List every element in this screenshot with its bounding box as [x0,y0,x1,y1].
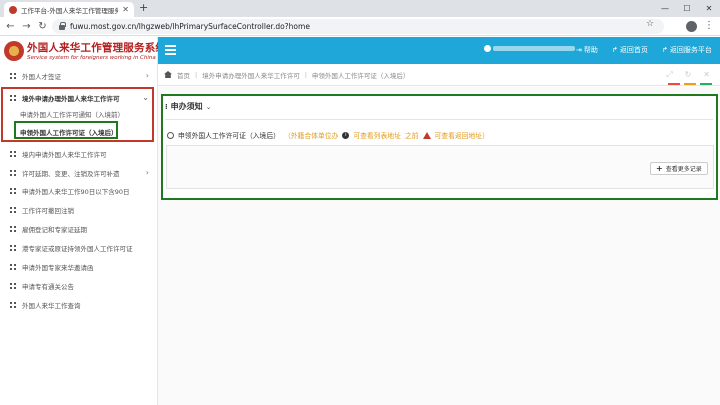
logo-title-en: Service system for foreigners working in… [27,55,156,61]
grid-icon [10,72,16,79]
history-icon [167,131,174,139]
warning-icon [422,131,431,139]
national-emblem-icon [4,40,24,61]
plus-icon: + [656,164,663,173]
browser-tab[interactable]: 工作平台-外国人来华工作管理服务系统 ✕ [4,2,134,17]
chevron-right-icon: › [145,168,149,177]
menu-dots-icon[interactable]: ⋮ [704,20,714,31]
breadcrumb-level2: 申领外国人工作许可证（入境后） [311,71,410,80]
close-tab-icon[interactable]: ✕ [122,5,129,14]
sidebar-item-90-days[interactable]: 申请外国人来华工作90日以下含90日 [0,181,158,200]
logo-title-cn: 外国人来华工作管理服务系统 [27,42,167,54]
url-field[interactable]: fuwu.most.gov.cn/lhgzweb/lhPrimarySurfac… [52,19,664,34]
profile-avatar[interactable] [686,21,697,32]
grid-icon [10,244,16,251]
sidebar-item-query[interactable]: 外国人来华工作查询 [0,295,158,314]
grid-icon [10,263,16,270]
sidebar-item-domestic-permit[interactable]: 境内申请外国人来华工作许可 [0,144,158,163]
user-icon [484,45,491,52]
new-tab-icon[interactable]: + [139,2,148,14]
share-icon: ↱ [662,46,668,54]
chevron-right-icon: › [145,71,149,80]
sidebar-item-customs[interactable]: 申请专有通关公告 [0,276,158,295]
bookmark-star-icon[interactable]: ☆ [646,19,654,29]
chevron-down-icon: ⌄ [205,102,212,111]
grid-icon [10,301,16,308]
help-link[interactable]: ⇥ 帮助 [576,45,598,55]
maximize-icon[interactable]: ☐ [676,0,698,17]
username-redacted [493,46,575,51]
highlight-green-box-sidebar [14,121,118,139]
help-icon: ⇥ [576,46,582,54]
breadcrumb-level1[interactable]: 境外申请办理外国人来华工作许可 [202,70,300,80]
sidebar-item-extension[interactable]: 许可延期、变更、注销及许可补遗 › [0,163,158,182]
view-more-records-button[interactable]: + 查看更多记录 [650,162,708,175]
panel-title[interactable]: ⁞ 申办须知 ⌄ [165,101,212,112]
status-return[interactable]: 可查看返回地址） [435,130,489,140]
top-navbar: ⇥ 帮助 ↱ 返回首页 ↱ 返回服务平台 [158,37,720,64]
minimize-icon[interactable]: — [654,0,676,17]
sidebar-item-invitation[interactable]: 申请外国专家来华邀请函 [0,257,158,276]
grid-icon [10,282,16,289]
breadcrumb-home[interactable]: 首页 [177,70,190,80]
sidebar-item-expert-cert[interactable]: 港专家证或原证持领外国人工作许可证 [0,238,158,257]
sidebar-item-registration[interactable]: 雇佣登记和专家证延期 [0,219,158,238]
return-platform-link[interactable]: ↱ 返回服务平台 [662,45,712,55]
close-page-icon[interactable]: ✕ [703,70,710,80]
user-menu[interactable] [484,45,575,52]
grid-icon [10,206,16,213]
close-window-icon[interactable]: ✕ [698,0,720,17]
lock-icon [59,22,66,30]
status-review[interactable]: 可查看列表地址 [353,130,401,140]
browser-tab-bar: 工作平台-外国人来华工作管理服务系统 ✕ + — ☐ ✕ [0,0,720,17]
grid-icon [10,225,16,232]
share-icon: ↱ [612,46,618,54]
status-pending: （外籍合体单位办 [283,132,339,140]
status-separator: 之前 [404,132,419,140]
tab-title: 工作平台-外国人来华工作管理服务系统 [21,6,119,15]
home-icon[interactable] [164,71,172,78]
return-home-link[interactable]: ↱ 返回首页 [612,45,648,55]
grid-icon [10,187,16,194]
form-status-row: 申领外国人工作许可证（入境后） （外籍合体单位办 i 可查看列表地址 之前 可查… [167,130,489,140]
grid-icon [10,150,16,157]
form-label[interactable]: 申领外国人工作许可证（入境后） [178,130,280,140]
refresh-icon[interactable]: ↻ [685,70,692,80]
menu-toggle-icon[interactable] [165,45,176,55]
record-box [166,145,714,189]
sidebar-item-talent-visa[interactable]: 外国人才签证 › [0,66,158,85]
grid-icon [10,169,16,176]
info-icon: i [342,131,350,139]
site-favicon-icon [9,5,17,14]
forward-icon[interactable]: → [20,20,33,33]
url-text: fuwu.most.gov.cn/lhgzweb/lhPrimarySurfac… [70,22,310,31]
breadcrumb: 首页 | 境外申请办理外国人来华工作许可 | 申领外国人工作许可证（入境后） ⤢… [158,64,720,86]
app-logo[interactable]: 外国人来华工作管理服务系统 Service system for foreign… [0,37,166,64]
fullscreen-icon[interactable]: ⤢ [666,70,672,80]
reload-icon[interactable]: ↻ [36,20,49,33]
info-bar-icon: ⁞ [165,102,168,111]
sidebar-item-revoke[interactable]: 工作许可撤回注销 [0,200,158,219]
address-bar-row: ← → ↻ fuwu.most.gov.cn/lhgzweb/lhPrimary… [0,17,720,36]
back-icon[interactable]: ← [4,20,17,33]
